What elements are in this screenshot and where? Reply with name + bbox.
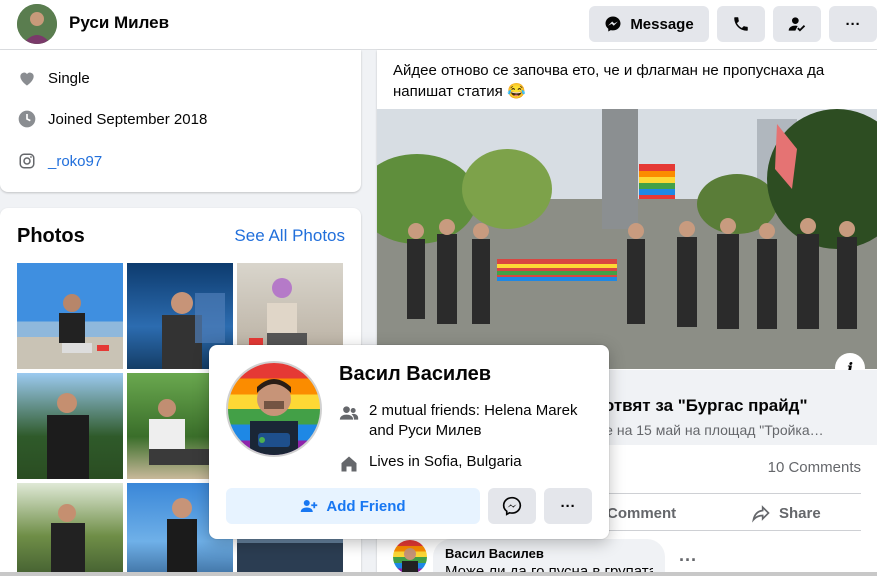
photo-thumbnail[interactable] bbox=[17, 483, 123, 576]
profile-avatar[interactable] bbox=[17, 4, 57, 44]
hovercard-more-button[interactable]: ··· bbox=[544, 488, 592, 524]
message-button[interactable]: Message bbox=[589, 6, 709, 42]
mutual-friend-link[interactable]: Helena Marek bbox=[484, 402, 577, 419]
see-all-photos-link[interactable]: See All Photos bbox=[234, 226, 345, 246]
relationship-row: Single bbox=[16, 66, 90, 90]
instagram-row: _roko97 bbox=[16, 149, 102, 173]
mutual-friends-row: 2 mutual friends: Helena Marek and Руси … bbox=[339, 401, 579, 445]
mutual-friend-link[interactable]: Руси Милев bbox=[398, 422, 481, 439]
more-icon: ··· bbox=[845, 15, 861, 33]
joined-row: Joined September 2018 bbox=[16, 107, 207, 131]
messenger-icon bbox=[502, 496, 522, 516]
share-icon bbox=[752, 505, 770, 523]
clock-icon bbox=[16, 108, 38, 130]
home-icon bbox=[341, 456, 357, 472]
friend-check-icon bbox=[788, 17, 806, 32]
share-action[interactable]: Share bbox=[751, 501, 821, 525]
comment-author[interactable]: Васил Василев bbox=[445, 546, 653, 561]
hovercard-name[interactable]: Васил Василев bbox=[339, 363, 491, 386]
hovercard-avatar[interactable] bbox=[226, 361, 322, 457]
comment-bubble: Васил Василев Може ли да го пусна в груп… bbox=[433, 539, 665, 576]
profile-header-bar: Руси Милев Message ··· bbox=[0, 0, 877, 50]
heart-icon bbox=[16, 67, 38, 89]
comment-more-button[interactable]: ··· bbox=[679, 550, 697, 571]
mutual-friends-prefix: 2 mutual friends: bbox=[369, 402, 485, 419]
photo-thumbnail[interactable] bbox=[17, 263, 123, 369]
post-text: Айдее отново се започва ето, че и флагма… bbox=[393, 62, 825, 100]
link-preview-subtitle: де на 15 май на площад "Тройка… bbox=[597, 422, 824, 438]
profile-name[interactable]: Руси Милев bbox=[69, 13, 169, 33]
phone-icon bbox=[734, 17, 748, 31]
hovercard-message-button[interactable] bbox=[488, 488, 536, 524]
post-photo[interactable] bbox=[377, 109, 877, 369]
lives-in-row: Lives in Sofia, Bulgaria bbox=[339, 452, 579, 474]
comments-count[interactable]: 10 Comments bbox=[768, 459, 861, 476]
joined-date: Joined September 2018 bbox=[48, 110, 208, 128]
horizontal-scrollbar[interactable] bbox=[0, 572, 877, 576]
more-icon: ··· bbox=[560, 497, 576, 515]
friends-button[interactable] bbox=[773, 6, 821, 42]
lives-in-prefix: Lives in bbox=[369, 453, 425, 470]
commenter-avatar[interactable] bbox=[393, 540, 427, 574]
photo-thumbnail[interactable] bbox=[17, 373, 123, 479]
link-preview-title[interactable]: готвят за "Бургас прайд" bbox=[597, 396, 808, 416]
more-options-button[interactable]: ··· bbox=[829, 6, 877, 42]
instagram-icon bbox=[16, 150, 38, 172]
share-label: Share bbox=[779, 504, 821, 522]
profile-hover-card: Васил Василев 2 mutual friends: Helena M… bbox=[209, 345, 609, 539]
message-button-label: Message bbox=[630, 15, 694, 33]
call-button[interactable] bbox=[717, 6, 765, 42]
instagram-link[interactable]: _roko97 bbox=[48, 153, 102, 170]
mutual-friends-icon bbox=[339, 406, 359, 420]
comment-action[interactable]: Comment bbox=[607, 501, 676, 525]
intro-card: Single Joined September 2018 _roko97 bbox=[0, 50, 361, 192]
add-friend-button[interactable]: Add Friend bbox=[226, 488, 480, 524]
add-friend-label: Add Friend bbox=[326, 497, 406, 515]
add-friend-icon bbox=[301, 500, 318, 512]
messenger-icon bbox=[605, 16, 621, 32]
mutual-friends-and: and bbox=[369, 422, 399, 439]
lives-in-place[interactable]: Sofia, Bulgaria bbox=[424, 453, 522, 470]
photos-title: Photos bbox=[17, 225, 85, 247]
relationship-status: Single bbox=[48, 69, 90, 87]
comment-label: Comment bbox=[607, 504, 677, 522]
